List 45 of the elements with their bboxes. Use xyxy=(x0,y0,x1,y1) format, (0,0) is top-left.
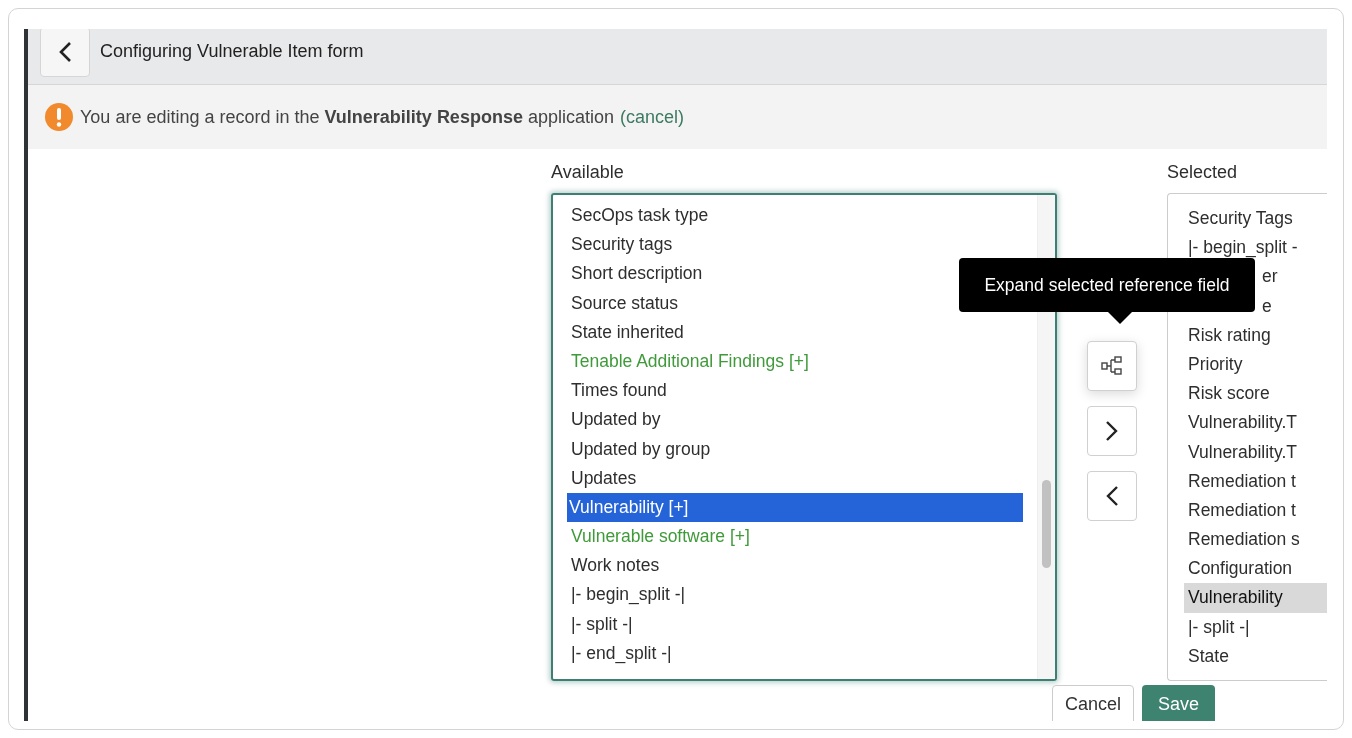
chevron-right-icon xyxy=(1105,420,1119,442)
list-option[interactable]: |- split -| xyxy=(567,609,1023,639)
list-option[interactable]: Work notes xyxy=(567,551,1023,581)
list-option[interactable]: Vulnerability [+] xyxy=(567,492,1023,523)
list-option[interactable]: State inherited xyxy=(567,317,1023,347)
tooltip-pointer xyxy=(1108,312,1132,324)
cancel-link[interactable]: (cancel) xyxy=(620,103,684,131)
list-option[interactable]: Risk rating xyxy=(1184,320,1327,350)
back-button[interactable] xyxy=(40,29,90,77)
available-label: Available xyxy=(551,161,625,184)
list-option[interactable]: Updated by group xyxy=(567,434,1023,464)
list-option[interactable]: Vulnerability xyxy=(1184,583,1327,613)
expand-button[interactable] xyxy=(1087,341,1137,391)
notice-text: You are editing a record in the Vulnerability Response application xyxy=(80,105,614,129)
remove-button[interactable] xyxy=(1087,471,1137,521)
list-option[interactable]: Vulnerability.T xyxy=(1184,408,1327,438)
list-option[interactable]: State xyxy=(1184,641,1327,671)
list-option[interactable]: Remediation t xyxy=(1184,466,1327,496)
list-option[interactable]: SecOps task type xyxy=(567,201,1023,231)
list-option[interactable]: Configuration xyxy=(1184,554,1327,584)
save-button[interactable]: Save xyxy=(1142,685,1216,721)
form-title: Configuring Vulnerable Item form xyxy=(100,40,364,63)
list-option[interactable]: Vulnerability.T xyxy=(1184,437,1327,467)
selected-label: Selected xyxy=(1167,161,1239,184)
cancel-button[interactable]: Cancel xyxy=(1052,685,1135,721)
list-option[interactable]: Tenable Additional Findings [+] xyxy=(567,346,1023,377)
add-button[interactable] xyxy=(1087,406,1137,456)
warning-icon xyxy=(44,102,74,132)
list-option[interactable]: |- split -| xyxy=(1184,612,1327,642)
chevron-left-icon xyxy=(58,41,72,63)
list-option[interactable]: Updated by xyxy=(567,405,1023,435)
chevron-left-icon xyxy=(1105,485,1119,507)
hierarchy-icon xyxy=(1101,356,1123,376)
list-option[interactable]: Risk score xyxy=(1184,379,1327,409)
list-option[interactable]: |- end_split -| xyxy=(567,638,1023,668)
list-option[interactable]: Security tags xyxy=(567,230,1023,260)
list-option[interactable]: Updates xyxy=(567,463,1023,493)
list-option[interactable]: Vulnerable software [+] xyxy=(567,522,1023,552)
list-option[interactable]: Security Tags xyxy=(1184,204,1327,234)
list-option[interactable]: Remediation t xyxy=(1184,495,1327,526)
list-option[interactable]: Remediation s xyxy=(1184,525,1327,555)
tooltip: Expand selected reference field xyxy=(959,258,1255,312)
list-option[interactable]: Times found xyxy=(567,376,1023,406)
list-option[interactable]: |- begin_split -| xyxy=(567,580,1023,610)
list-option[interactable]: Priority xyxy=(1184,349,1327,380)
